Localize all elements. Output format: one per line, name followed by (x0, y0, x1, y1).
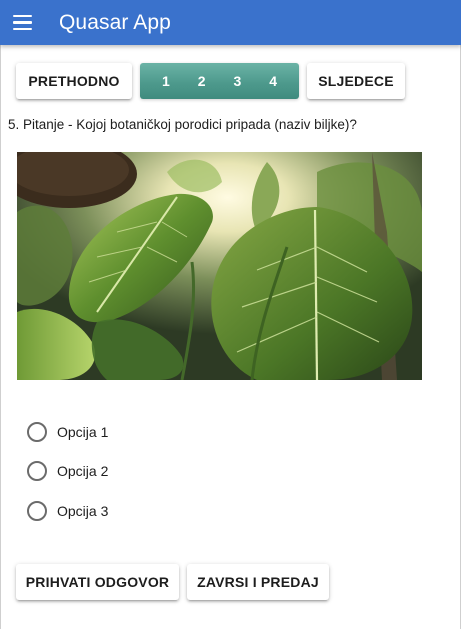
page-2-button[interactable]: 2 (190, 73, 214, 89)
page-1-button[interactable]: 1 (154, 73, 178, 89)
option-3-label: Opcija 3 (57, 503, 109, 519)
previous-button[interactable]: PRETHODNO (16, 63, 132, 99)
app-title: Quasar App (59, 10, 171, 34)
question-text: 5. Pitanje - Kojoj botaničkoj porodici p… (8, 117, 357, 132)
question-pager: 1 2 3 4 (140, 63, 299, 99)
option-2-radio[interactable] (27, 461, 47, 481)
app-header: Quasar App (0, 0, 461, 45)
page-3-button[interactable]: 3 (225, 73, 249, 89)
page-4-button[interactable]: 4 (261, 73, 285, 89)
menu-icon[interactable] (13, 5, 49, 41)
option-2-label: Opcija 2 (57, 463, 109, 479)
accept-answer-button[interactable]: PRIHVATI ODGOVOR (16, 564, 179, 600)
option-3[interactable]: Opcija 3 (27, 500, 108, 522)
option-2[interactable]: Opcija 2 (27, 460, 108, 482)
option-3-radio[interactable] (27, 501, 47, 521)
next-button[interactable]: SLJEDECE (307, 63, 405, 99)
option-1-radio[interactable] (27, 422, 47, 442)
option-1[interactable]: Opcija 1 (27, 421, 108, 443)
finish-submit-button[interactable]: ZAVRSI I PREDAJ (187, 564, 329, 600)
option-1-label: Opcija 1 (57, 424, 109, 440)
plant-photo (17, 152, 422, 380)
